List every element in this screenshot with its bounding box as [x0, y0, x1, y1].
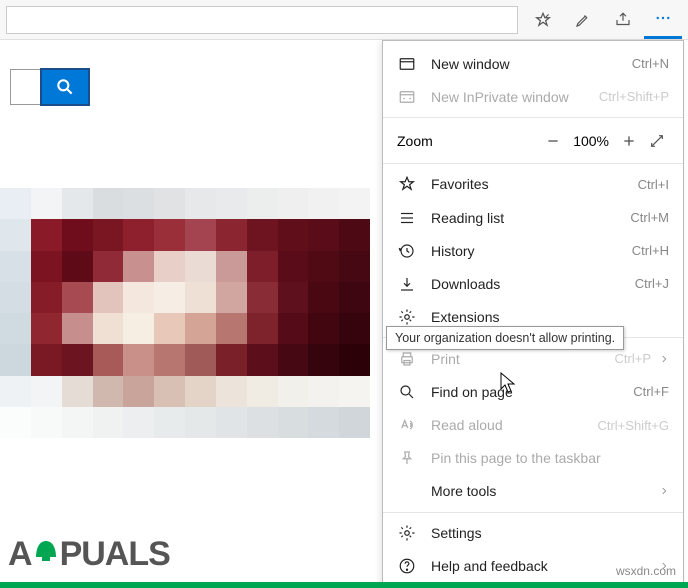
menu-shortcut: Ctrl+F [633, 384, 669, 399]
history-icon [397, 241, 417, 261]
menu-shortcut: Ctrl+N [632, 56, 669, 71]
read-aloud-icon [397, 415, 417, 435]
pen-notes-icon[interactable] [564, 1, 602, 39]
menu-read-aloud: Read aloud Ctrl+Shift+G [383, 409, 683, 442]
menu-label: More tools [431, 483, 651, 499]
more-menu-icon[interactable] [644, 1, 682, 39]
menu-label: Downloads [431, 276, 635, 292]
menu-more-tools[interactable]: More tools [383, 475, 683, 508]
download-icon [397, 274, 417, 294]
browser-toolbar [0, 0, 688, 40]
toolbar-actions [524, 1, 688, 39]
extensions-icon [397, 307, 417, 327]
menu-label: New InPrivate window [431, 89, 599, 105]
menu-reading-list[interactable]: Reading list Ctrl+M [383, 201, 683, 234]
menu-label: Favorites [431, 176, 638, 192]
menu-find[interactable]: Find on page Ctrl+F [383, 375, 683, 408]
menu-shortcut: Ctrl+M [630, 210, 669, 225]
pixelated-image [0, 188, 370, 438]
page-search-input[interactable] [10, 69, 40, 105]
print-disabled-tooltip: Your organization doesn't allow printing… [386, 326, 624, 350]
menu-shortcut: Ctrl+I [638, 177, 669, 192]
chevron-right-icon [659, 351, 669, 367]
search-icon [55, 77, 75, 97]
zoom-out-button[interactable] [539, 127, 567, 155]
menu-label: Pin this page to the taskbar [431, 450, 669, 466]
pin-icon [397, 448, 417, 468]
menu-new-window[interactable]: New window Ctrl+N [383, 47, 683, 80]
menu-separator [383, 512, 683, 513]
source-url-watermark: wsxdn.com [616, 564, 676, 578]
tooltip-text: Your organization doesn't allow printing… [395, 331, 615, 345]
menu-downloads[interactable]: Downloads Ctrl+J [383, 267, 683, 300]
menu-separator [383, 163, 683, 164]
help-icon [397, 556, 417, 576]
menu-separator [383, 117, 683, 118]
favorites-star-icon[interactable] [524, 1, 562, 39]
inprivate-icon [397, 87, 417, 107]
chevron-right-icon [659, 483, 669, 499]
menu-label: Reading list [431, 210, 630, 226]
share-icon[interactable] [604, 1, 642, 39]
menu-history[interactable]: History Ctrl+H [383, 234, 683, 267]
footer-accent-bar [0, 582, 688, 588]
gear-icon [397, 523, 417, 543]
menu-label: Extensions [431, 309, 669, 325]
menu-label: Print [431, 351, 615, 367]
menu-shortcut: Ctrl+Shift+G [597, 418, 669, 433]
appuals-logo: APUALS [8, 535, 170, 574]
menu-shortcut: Ctrl+Shift+P [599, 89, 669, 104]
menu-label: New window [431, 56, 632, 72]
menu-settings[interactable]: Settings [383, 517, 683, 550]
menu-label: History [431, 243, 632, 259]
address-bar[interactable] [6, 6, 518, 34]
print-icon [397, 349, 417, 369]
settings-menu: New window Ctrl+N New InPrivate window C… [382, 40, 684, 584]
star-icon [397, 174, 417, 194]
page-search-button[interactable] [40, 68, 90, 106]
page-content [0, 40, 380, 588]
menu-shortcut: Ctrl+J [635, 276, 669, 291]
zoom-percent: 100% [567, 133, 615, 149]
menu-new-inprivate: New InPrivate window Ctrl+Shift+P [383, 80, 683, 113]
menu-label: Find on page [431, 384, 633, 400]
window-icon [397, 54, 417, 74]
menu-favorites[interactable]: Favorites Ctrl+I [383, 168, 683, 201]
zoom-label: Zoom [397, 133, 539, 149]
menu-shortcut: Ctrl+H [632, 243, 669, 258]
find-icon [397, 382, 417, 402]
menu-label: Read aloud [431, 417, 597, 433]
zoom-in-button[interactable] [615, 127, 643, 155]
menu-pin-taskbar: Pin this page to the taskbar [383, 442, 683, 475]
fullscreen-button[interactable] [643, 127, 671, 155]
menu-label: Settings [431, 525, 669, 541]
reading-list-icon [397, 208, 417, 228]
menu-zoom: Zoom 100% [383, 122, 683, 159]
menu-shortcut: Ctrl+P [615, 351, 651, 366]
